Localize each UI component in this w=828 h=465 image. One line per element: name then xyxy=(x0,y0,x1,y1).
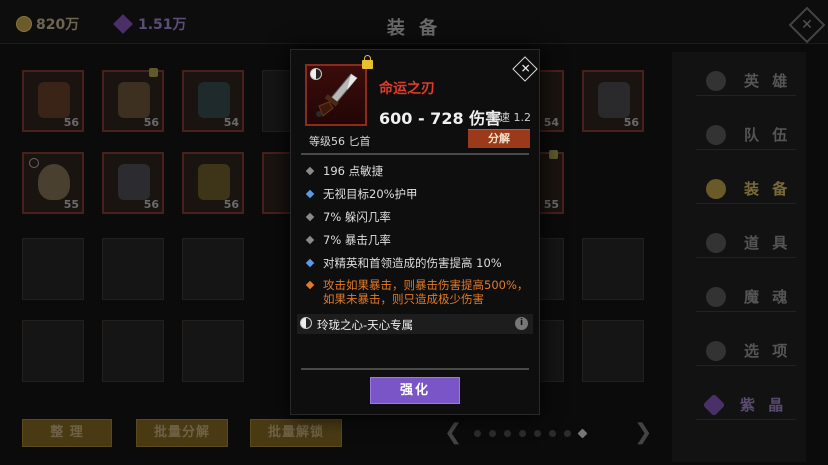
set-bonus-label: 玲珑之心-天心专属 xyxy=(317,318,414,332)
page-dot[interactable] xyxy=(489,430,496,437)
bulk-decompose-button[interactable]: 批量分解 xyxy=(136,419,228,447)
flag-icon xyxy=(706,124,726,145)
inventory-slot[interactable] xyxy=(582,238,644,300)
decompose-button[interactable]: 分解 xyxy=(468,129,530,148)
menu-item-amethyst[interactable]: 紫 晶 xyxy=(696,390,796,420)
info-icon[interactable]: i xyxy=(515,317,528,330)
flame-icon xyxy=(706,286,726,307)
close-icon: ✕ xyxy=(801,17,813,33)
page-dot[interactable] xyxy=(564,430,571,437)
inventory-slot[interactable]: 54 xyxy=(182,70,244,132)
side-menu: 英 雄 队 伍 装 备 道 具 魔 魂 选 项 紫 晶 xyxy=(672,52,806,462)
inventory-slot[interactable] xyxy=(102,320,164,382)
inventory-slot[interactable] xyxy=(102,238,164,300)
sort-button[interactable]: 整 理 xyxy=(22,419,112,447)
boots-icon xyxy=(38,82,70,118)
page-dot-active[interactable] xyxy=(577,428,588,439)
modal-close-button[interactable]: ✕ xyxy=(512,56,538,82)
page-title: 装 备 xyxy=(386,18,442,39)
inventory-slot[interactable]: 56 xyxy=(182,152,244,214)
armor-icon xyxy=(598,82,630,118)
inventory-slot[interactable]: 56 xyxy=(102,68,164,132)
menu-item-team[interactable]: 队 伍 xyxy=(696,120,796,150)
stat-line: 7% 躲闪几率 xyxy=(301,206,529,229)
divider xyxy=(301,153,529,155)
boots-icon xyxy=(198,164,230,200)
bulk-unlock-button[interactable]: 批量解锁 xyxy=(250,419,342,447)
item-name: 命运之刃 xyxy=(379,81,435,97)
top-bar: 820万 1.51万 装 备 ✕ xyxy=(0,0,828,44)
yin-yang-icon xyxy=(300,317,312,329)
boots-icon xyxy=(118,164,150,200)
menu-item-items[interactable]: 道 具 xyxy=(696,228,796,258)
helmet-icon xyxy=(706,178,726,199)
boots-icon xyxy=(198,82,230,118)
inventory-slot[interactable]: 56 xyxy=(582,70,644,132)
yin-yang-icon xyxy=(310,68,322,80)
inventory-slot[interactable]: 55 xyxy=(22,152,84,214)
attack-speed: 攻速 1.2 xyxy=(488,111,531,124)
lock-icon xyxy=(549,150,558,159)
page-dot[interactable] xyxy=(504,430,511,437)
stat-line: 196 点敏捷 xyxy=(301,160,529,183)
gem-icon xyxy=(702,393,726,416)
item-detail-modal: ✕ 命运之刃 600 - 728 伤害 攻速 1.2 等级56 匕首 分解 19… xyxy=(290,49,540,415)
set-bonus-row: 玲珑之心-天心专属 i xyxy=(297,314,533,334)
menu-item-soul[interactable]: 魔 魂 xyxy=(696,282,796,312)
inventory-slot[interactable] xyxy=(22,320,84,382)
close-icon: ✕ xyxy=(520,61,531,76)
stat-line: 无视目标20%护甲 xyxy=(301,183,529,206)
lock-icon xyxy=(149,68,158,77)
strengthen-button[interactable]: 强化 xyxy=(370,377,460,404)
prev-page-button[interactable]: ❮ xyxy=(444,420,462,445)
bag-icon xyxy=(706,232,726,253)
stat-line: 对精英和首领造成的伤害提高 10% xyxy=(301,252,529,275)
menu-item-hero[interactable]: 英 雄 xyxy=(696,66,796,96)
hero-icon xyxy=(706,70,726,91)
inventory-slot[interactable] xyxy=(582,320,644,382)
inventory-slot[interactable]: 56 xyxy=(22,70,84,132)
gauntlet-icon xyxy=(118,82,150,118)
stat-line-special: 攻击如果暴击，则暴击伤害提高500%，如果未暴击，则只造成极少伤害 xyxy=(301,275,529,309)
item-type: 等级56 匕首 xyxy=(309,135,371,148)
item-icon-frame xyxy=(305,64,367,126)
inventory-slot[interactable] xyxy=(182,320,244,382)
menu-item-options[interactable]: 选 项 xyxy=(696,336,796,366)
menu-item-equipment[interactable]: 装 备 xyxy=(696,174,796,204)
page-dot[interactable] xyxy=(474,430,481,437)
inventory-slot[interactable] xyxy=(22,238,84,300)
next-page-button[interactable]: ❯ xyxy=(634,420,652,445)
inventory-slot[interactable] xyxy=(182,238,244,300)
lock-icon[interactable] xyxy=(362,55,373,69)
page-indicator xyxy=(474,428,594,439)
page-dot[interactable] xyxy=(534,430,541,437)
item-damage: 600 - 728 伤害 xyxy=(379,109,502,128)
stat-list: 196 点敏捷 无视目标20%护甲 7% 躲闪几率 7% 暴击几率 对精英和首领… xyxy=(301,160,529,309)
page-dot[interactable] xyxy=(549,430,556,437)
inventory-slot[interactable]: 56 xyxy=(102,152,164,214)
divider xyxy=(301,368,529,370)
stat-line: 7% 暴击几率 xyxy=(301,229,529,252)
selection-ring-icon xyxy=(29,158,39,168)
page-dot[interactable] xyxy=(519,430,526,437)
helmet-icon xyxy=(38,164,70,200)
gear-icon xyxy=(706,340,726,361)
